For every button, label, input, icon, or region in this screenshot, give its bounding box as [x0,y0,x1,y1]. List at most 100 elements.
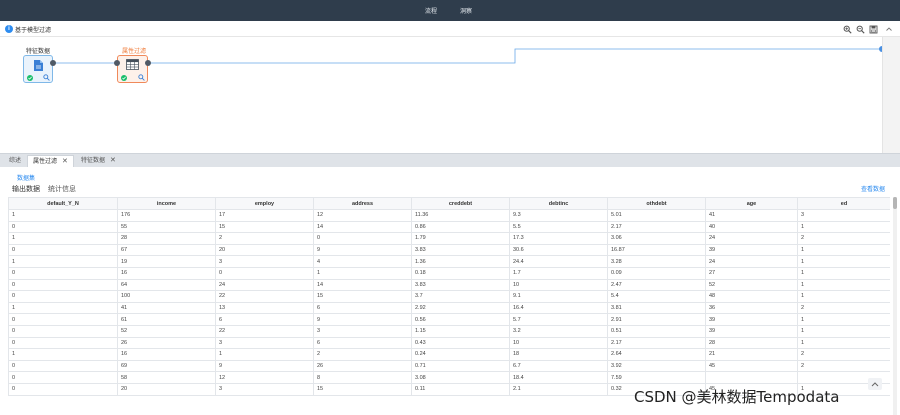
subtab-output-data[interactable]: 输出数据 [12,184,40,194]
table-cell: 15 [313,382,412,396]
table-cell: 1 [797,313,890,326]
table-row[interactable]: 0 55 15 14 0.86 5.5 2.17 40 1 [8,220,890,234]
table-cell: 0.24 [411,348,510,361]
table-cell: 2 [797,359,890,373]
table-cell: 52 [705,278,798,292]
table-cell: 16 [117,266,216,280]
table-cell: 21 [705,348,798,361]
zoom-out-icon[interactable] [855,24,865,34]
table-row[interactable]: 0 61 6 9 0.56 5.7 2.91 39 1 [8,313,890,326]
table-row[interactable]: 0 67 20 9 3.83 30.6 16.87 39 1 [8,243,890,257]
table-cell: 24 [705,232,798,245]
table-cell: 16.87 [607,243,706,257]
table-row[interactable]: 0 58 12 8 3.08 18.4 7.59 [8,371,890,384]
preview-search-icon[interactable] [138,74,145,83]
table-cell: 19 [117,255,216,268]
table-cell: 12 [313,209,412,222]
table-cell: 4 [313,255,412,268]
table-cell: 1 [8,232,118,245]
column-header[interactable]: address [313,197,412,210]
top-navigation-bar: 流程 洞察 [0,0,900,21]
table-cell: 0 [8,359,118,373]
table-cell: 3.7 [411,290,510,303]
table-row[interactable]: 0 100 22 15 3.7 9.1 5.4 48 1 [8,290,890,303]
table-cell: 0 [8,278,118,292]
table-scrollbar-thumb[interactable] [893,197,897,209]
table-cell: 2 [797,348,890,361]
column-header[interactable]: employ [215,197,314,210]
save-icon[interactable] [868,24,878,34]
table-cell: 100 [117,290,216,303]
close-icon[interactable]: ✕ [110,157,116,164]
canvas-title: 基于模型过滤 [15,28,52,34]
table-cell: 18.4 [509,371,608,384]
table-row[interactable]: 0 26 3 6 0.43 10 2.17 28 1 [8,336,890,350]
table-cell: 3 [215,255,314,268]
column-header[interactable]: income [117,197,216,210]
node-feature-data-label: 特征数据 [26,49,51,55]
table-cell: 0 [8,324,118,338]
table-cell: 0 [8,382,118,396]
table-cell: 22 [215,324,314,338]
table-row[interactable]: 0 52 22 3 1.15 3.2 0.51 39 1 [8,324,890,338]
table-row[interactable]: 0 16 0 1 0.18 1.7 0.09 27 1 [8,266,890,280]
tab-insight[interactable]: 洞察 [460,6,472,15]
view-data-link[interactable]: 查看数据 [861,184,885,193]
flow-canvas[interactable]: 特征数据 属性过滤 [0,37,885,153]
table-cell: 3.81 [607,301,706,315]
table-cell: 3.28 [607,255,706,268]
table-scrollbar[interactable] [893,197,897,415]
table-cell: 15 [215,220,314,234]
table-cell: 1 [797,324,890,338]
table-row[interactable]: 1 41 13 6 2.92 16.4 3.81 36 2 [8,301,890,315]
table-cell: 24 [705,255,798,268]
table-cell: 17 [215,209,314,222]
column-header[interactable]: creddebt [411,197,510,210]
table-cell: 41 [117,301,216,315]
output-port[interactable] [50,60,56,66]
table-cell: 2.17 [607,220,706,234]
table-cell: 26 [313,359,412,373]
success-check-icon [27,75,33,83]
node-attribute-filter-label: 属性过滤 [122,49,147,55]
table-cell: 0.18 [411,266,510,280]
column-header[interactable]: debtinc [509,197,608,210]
edge-filter-to-output [149,48,882,64]
table-cell: 3.08 [411,371,510,384]
table-row[interactable]: 0 64 24 14 3.83 10 2.47 52 1 [8,278,890,292]
table-cell [705,371,798,384]
scroll-top-button[interactable] [868,378,882,390]
input-port[interactable] [114,60,120,66]
table-cell: 0 [8,243,118,257]
table-cell: 1 [797,243,890,257]
table-row[interactable]: 1 16 1 2 0.24 18 2.64 21 2 [8,348,890,361]
chevron-up-icon[interactable] [884,24,894,34]
table-cell: 0 [215,266,314,280]
node-attribute-filter[interactable] [117,55,148,83]
output-port[interactable] [145,60,151,66]
preview-search-icon[interactable] [43,74,50,83]
canvas-scrollbar[interactable] [882,37,900,153]
tab-flow[interactable]: 流程 [425,6,437,15]
column-header[interactable]: ed [797,197,890,210]
table-cell: 10 [509,336,608,350]
breadcrumb[interactable]: 数据集 [17,173,35,182]
column-header[interactable]: default_Y_N [8,197,118,210]
table-cell: 39 [705,324,798,338]
table-cell: 67 [117,243,216,257]
node-feature-data[interactable] [23,55,53,83]
zoom-in-icon[interactable] [842,24,852,34]
table-row[interactable]: 1 28 2 0 1.79 17.3 3.06 24 2 [8,232,890,245]
table-cell: 27 [705,266,798,280]
close-icon[interactable]: ✕ [62,158,68,165]
subtab-statistics[interactable]: 统计信息 [48,184,76,194]
table-row[interactable]: 0 69 9 26 0.71 6.7 3.92 45 2 [8,359,890,373]
column-header[interactable]: age [705,197,798,210]
table-row[interactable]: 1 19 3 4 1.36 24.4 3.28 24 1 [8,255,890,268]
column-header[interactable]: othdebt [607,197,706,210]
table-row[interactable]: 1 176 17 12 11.36 9.3 5.01 41 3 [8,209,890,222]
table-cell: 0.56 [411,313,510,326]
info-icon: i [5,25,13,33]
table-cell: 176 [117,209,216,222]
table-cell: 69 [117,359,216,373]
